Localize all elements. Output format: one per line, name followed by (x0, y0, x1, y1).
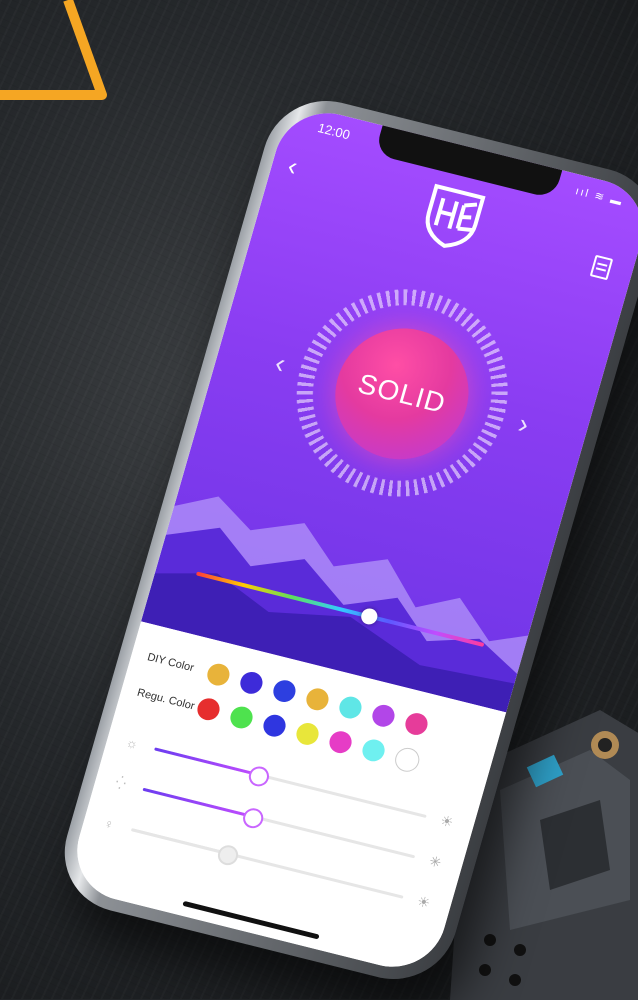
diy-color-swatch-7[interactable] (402, 710, 431, 738)
brand-shield-logo (425, 183, 486, 248)
regu-color-swatch-4[interactable] (293, 720, 322, 748)
sensitivity-max-icon: ☀ (415, 892, 433, 911)
brightness-slider-thumb[interactable] (246, 763, 272, 789)
next-mode-icon[interactable]: › (515, 408, 533, 441)
brightness-max-icon: ☀ (438, 811, 456, 830)
diy-color-swatch-6[interactable] (369, 702, 398, 730)
regu-color-swatch-3[interactable] (260, 712, 289, 739)
diy-color-label: DIY Color (145, 651, 196, 675)
regu-color-swatch-7[interactable] (392, 745, 423, 775)
brightness-slider-fill (154, 746, 259, 776)
speed-icon: ⁛ (113, 774, 128, 792)
back-icon[interactable]: ‹ (285, 150, 302, 181)
mode-label: SOLID (354, 367, 450, 420)
triangle-logo (0, 0, 107, 100)
sensitivity-slider-thumb[interactable] (215, 842, 241, 867)
brightness-icon: ☼ (124, 734, 141, 752)
regu-color-swatch-6[interactable] (359, 737, 388, 764)
diy-color-swatch-4[interactable] (303, 686, 332, 713)
regu-color-swatch-1[interactable] (194, 696, 223, 723)
prev-mode-icon[interactable]: ‹ (271, 347, 290, 380)
regu-color-swatch-2[interactable] (227, 704, 256, 731)
speed-slider-thumb[interactable] (240, 805, 266, 830)
regu-color-swatch-5[interactable] (326, 728, 355, 756)
speed-slider-fill (142, 787, 253, 818)
speed-max-icon: ✳ (427, 851, 444, 871)
document-icon[interactable] (589, 254, 614, 281)
diy-color-swatch-2[interactable] (237, 669, 266, 697)
diy-color-swatch-1[interactable] (204, 661, 233, 688)
diy-color-swatch-5[interactable] (336, 694, 365, 721)
sensitivity-slider-fill (131, 827, 228, 855)
status-time: 12:00 (316, 120, 352, 143)
sensitivity-icon: ♀ (102, 815, 116, 832)
regu-color-label: Regu. Color (135, 686, 196, 713)
status-icons: ııl ≋ ▬ (573, 185, 625, 209)
diy-color-swatch-3[interactable] (270, 677, 299, 705)
